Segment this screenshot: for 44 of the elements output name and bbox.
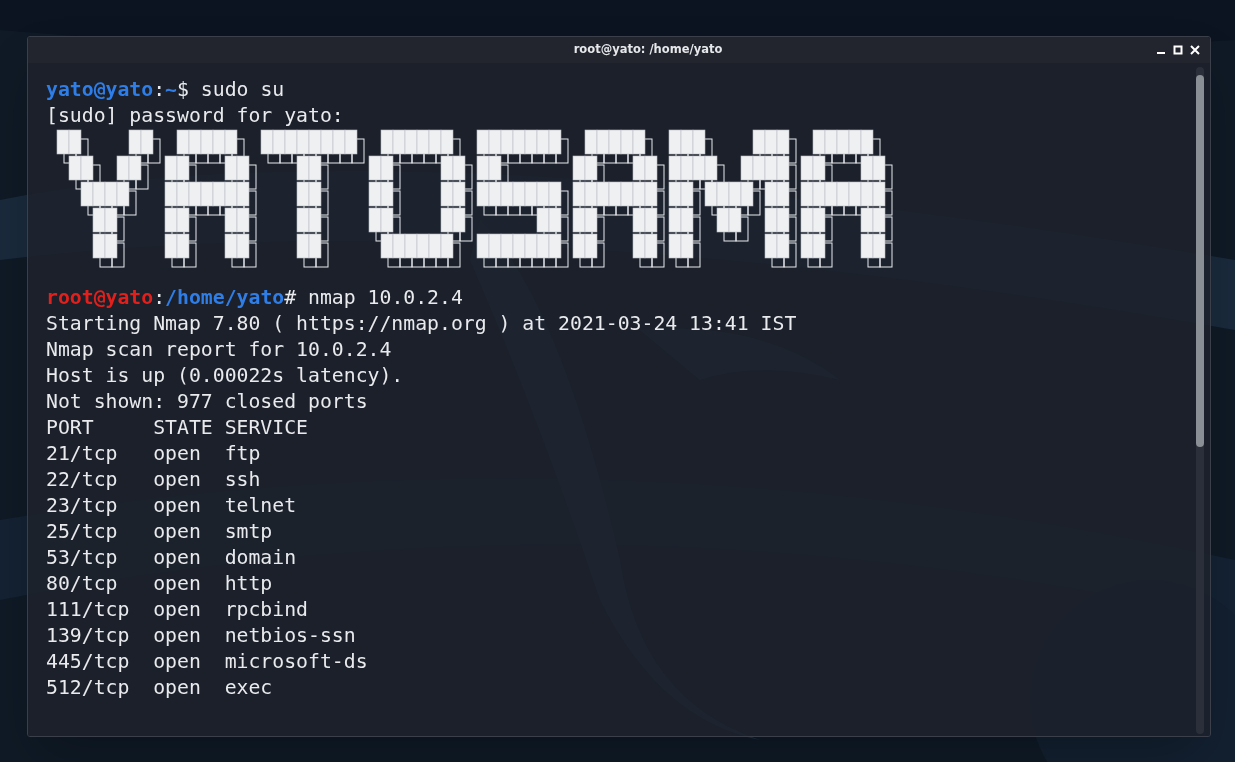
column-header: PORT (46, 416, 94, 439)
table-cell: 25/tcp (46, 520, 118, 543)
column-header: SERVICE (224, 416, 308, 439)
table-cell: 445/tcp (46, 650, 130, 673)
table-cell: telnet (224, 494, 297, 517)
table-cell: open (153, 546, 201, 569)
terminal-line: [sudo] password for yato: (46, 103, 344, 129)
table-cell: 512/tcp (46, 676, 130, 699)
terminal-line: Host is up (0.00022s latency). (46, 363, 404, 389)
table-cell: ftp (224, 442, 261, 465)
table-cell: open (153, 624, 201, 647)
window-title: root@yato: /home/yato (572, 41, 723, 59)
table-cell: 111/tcp (46, 598, 130, 621)
table-cell: open (153, 676, 201, 699)
table-cell: smtp (224, 520, 273, 543)
table-cell: 53/tcp (46, 546, 118, 569)
table-cell: rpcbind (224, 598, 308, 621)
column-header: STATE (153, 416, 213, 439)
table-cell: open (153, 598, 201, 621)
table-cell: 139/tcp (46, 624, 130, 647)
terminal-line: root@yato:/home/yato# nmap 10.0.2.4 (46, 285, 463, 311)
terminal-line: Starting Nmap 7.80 ( https://nmap.org ) at 2021-03-24 13:41 IST (46, 311, 797, 337)
table-cell: 23/tcp (46, 494, 118, 517)
scrollbar[interactable] (1196, 67, 1204, 734)
table-cell: open (153, 442, 201, 465)
table-cell: http (224, 572, 273, 595)
table-cell: open (153, 650, 201, 673)
table-cell: open (153, 468, 201, 491)
terminal-line: Nmap scan report for 10.0.2.4 (46, 337, 392, 363)
table-cell: 80/tcp (46, 572, 118, 595)
table-cell: open (153, 572, 201, 595)
table-cell: domain (224, 546, 297, 569)
table-cell: exec (224, 676, 273, 699)
table-cell: microsoft-ds (224, 650, 368, 673)
table-cell: ssh (224, 468, 261, 491)
table-cell: netbios-ssn (224, 624, 356, 647)
terminal-line: Not shown: 977 closed ports (46, 389, 368, 415)
table-cell: 21/tcp (46, 442, 118, 465)
terminal-line: yato@yato:~$ sudo su (46, 77, 285, 103)
close-icon[interactable] (1190, 45, 1200, 55)
table-cell: open (153, 520, 201, 543)
table-cell: open (153, 494, 201, 517)
table-cell: 22/tcp (46, 468, 118, 491)
maximize-icon[interactable] (1173, 45, 1183, 55)
